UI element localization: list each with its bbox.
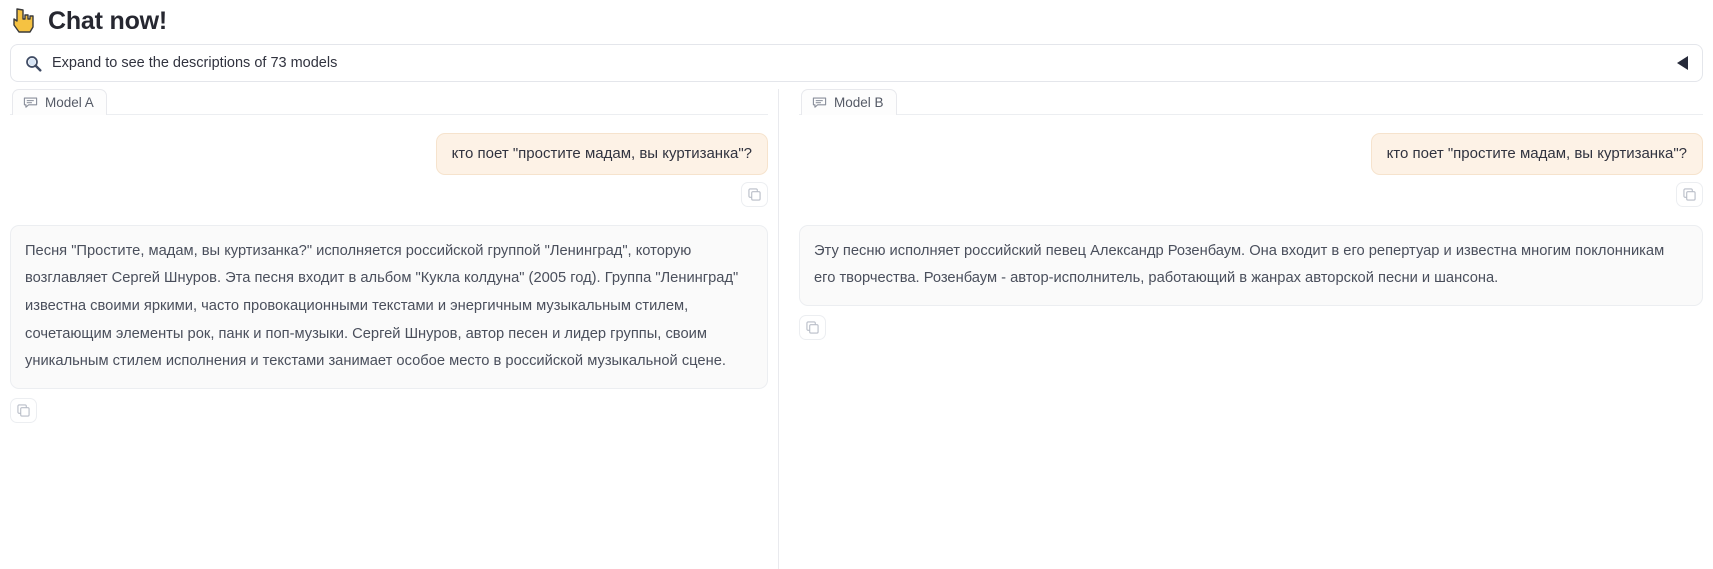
copy-icon bbox=[17, 404, 30, 417]
assistant-message-bubble: Песня "Простите, мадам, вы куртизанка?" … bbox=[10, 224, 768, 389]
pointing-hand-icon bbox=[13, 8, 34, 33]
assistant-message-actions-b bbox=[799, 315, 1703, 341]
chat-bubble-icon bbox=[23, 97, 38, 108]
model-a-panel: Model A кто поет "простите мадам, вы кур… bbox=[0, 89, 778, 569]
spacer-b bbox=[799, 207, 1703, 225]
model-b-panel: Model B кто поет "простите мадам, вы кур… bbox=[778, 89, 1713, 569]
chat-bubble-icon bbox=[812, 97, 827, 108]
copy-icon bbox=[1683, 188, 1696, 201]
user-message-row-a: кто поет "простите мадам, вы куртизанка"… bbox=[10, 133, 768, 175]
user-message-bubble: кто поет "простите мадам, вы куртизанка"… bbox=[435, 133, 768, 175]
user-message-row-b: кто поет "простите мадам, вы куртизанка"… bbox=[799, 133, 1703, 175]
tab-model-a-label: Model A bbox=[45, 95, 94, 110]
page-title: Chat now! bbox=[48, 6, 168, 35]
assistant-message-actions-a bbox=[10, 397, 768, 423]
user-message-actions-b bbox=[799, 181, 1703, 207]
model-b-messages: кто поет "простите мадам, вы куртизанка"… bbox=[799, 115, 1703, 341]
search-icon bbox=[26, 55, 42, 72]
collapse-left-triangle-icon[interactable] bbox=[1677, 56, 1688, 70]
model-comparison-columns: Model A кто поет "простите мадам, вы кур… bbox=[0, 89, 1713, 569]
copy-icon bbox=[748, 188, 761, 201]
assistant-message-row-a: Песня "Простите, мадам, вы куртизанка?" … bbox=[10, 224, 768, 389]
assistant-message-row-b: Эту песню исполняет российский певец Але… bbox=[799, 224, 1703, 307]
model-a-messages: кто поет "простите мадам, вы куртизанка"… bbox=[10, 115, 768, 423]
models-expander[interactable]: Expand to see the descriptions of 73 mod… bbox=[10, 44, 1703, 82]
expander-label: Expand to see the descriptions of 73 mod… bbox=[52, 55, 338, 71]
user-message-actions-a bbox=[10, 181, 768, 207]
user-message-bubble: кто поет "простите мадам, вы куртизанка"… bbox=[1370, 133, 1703, 175]
app-header: Chat now! bbox=[0, 0, 1713, 42]
assistant-message-bubble: Эту песню исполняет российский певец Але… bbox=[799, 224, 1703, 307]
tab-model-b-label: Model B bbox=[834, 95, 884, 110]
spacer-a bbox=[10, 207, 768, 225]
copy-button-assistant-a[interactable] bbox=[10, 397, 37, 423]
tab-model-b[interactable]: Model B bbox=[801, 89, 897, 115]
copy-button-assistant-b[interactable] bbox=[799, 315, 826, 341]
tab-model-a[interactable]: Model A bbox=[12, 89, 107, 115]
copy-icon bbox=[806, 321, 819, 334]
expander-left-group: Expand to see the descriptions of 73 mod… bbox=[25, 55, 337, 72]
copy-button-user-a[interactable] bbox=[741, 181, 768, 207]
copy-button-user-b[interactable] bbox=[1676, 181, 1703, 207]
